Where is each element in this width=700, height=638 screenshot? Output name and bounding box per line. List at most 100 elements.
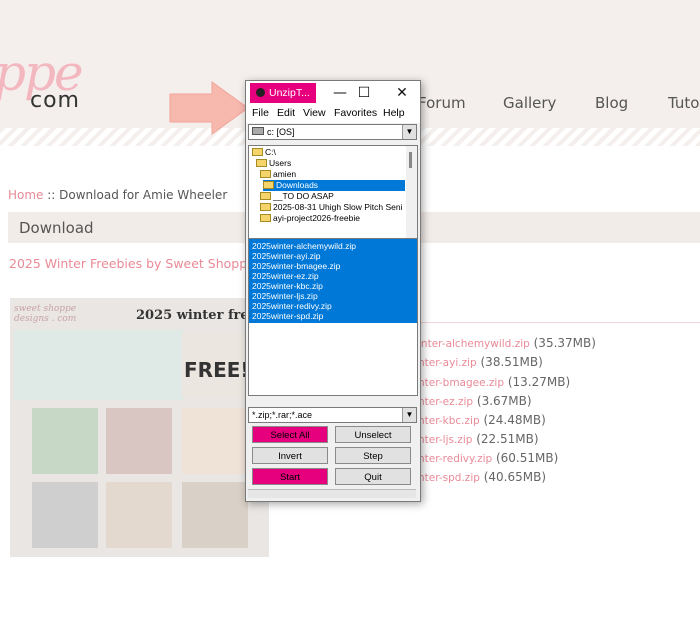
folder-icon xyxy=(252,148,263,156)
folder-icon xyxy=(260,203,271,211)
window-title-block: UnzipT... xyxy=(250,83,316,103)
download-link[interactable]: nter-kbc.zip xyxy=(418,415,480,427)
unselect-button[interactable]: Unselect xyxy=(335,426,411,443)
download-row: nter-redivy.zip (60.51MB) xyxy=(418,451,558,465)
menu-file[interactable]: File xyxy=(252,107,269,119)
promo-tile xyxy=(182,482,248,548)
promo-tile xyxy=(106,408,172,474)
download-row: nter-ljs.zip (22.51MB) xyxy=(418,432,539,446)
tree-item[interactable]: amien xyxy=(260,169,296,180)
breadcrumb-current: Download for Amie Wheeler xyxy=(59,188,228,202)
download-row: nter-bmagee.zip (13.27MB) xyxy=(418,375,570,389)
filter-value: *.zip;*.rar;*.ace xyxy=(252,410,313,420)
download-row: inter-alchemywild.zip (35.37MB) xyxy=(418,336,596,350)
freebies-title[interactable]: 2025 Winter Freebies by Sweet Shoppe xyxy=(9,256,255,271)
menu-edit[interactable]: Edit xyxy=(277,107,295,119)
file-filter-select[interactable]: *.zip;*.rar;*.ace ▼ xyxy=(248,407,417,423)
breadcrumb-home[interactable]: Home xyxy=(8,188,43,202)
tree-item-selected[interactable]: Downloads xyxy=(263,180,405,191)
tree-item[interactable]: C:\ xyxy=(252,147,276,158)
menu-view[interactable]: View xyxy=(303,107,326,119)
folder-icon xyxy=(260,170,271,178)
menu-help[interactable]: Help xyxy=(383,107,405,119)
download-link[interactable]: nter-ez.zip xyxy=(418,396,473,408)
folder-icon xyxy=(260,214,271,222)
download-size: (24.48MB) xyxy=(483,413,546,427)
menu-bar: File Edit View Favorites Help xyxy=(246,105,420,123)
download-row: nter-kbc.zip (24.48MB) xyxy=(418,413,546,427)
tree-item[interactable]: 2025-08-31 Uhigh Slow Pitch Seni xyxy=(260,202,402,213)
breadcrumb: Home :: Download for Amie Wheeler xyxy=(8,188,227,202)
promo-tile xyxy=(32,482,98,548)
download-row: nter-spd.zip (40.65MB) xyxy=(418,470,546,484)
breadcrumb-separator: :: xyxy=(43,188,60,202)
window-titlebar[interactable]: UnzipT... — ☐ ✕ xyxy=(246,81,420,105)
promo-tile xyxy=(106,482,172,548)
pointer-arrow-icon xyxy=(169,81,249,135)
chevron-down-icon[interactable]: ▼ xyxy=(402,408,416,422)
select-all-button[interactable]: Select All xyxy=(252,426,328,443)
download-link[interactable]: inter-alchemywild.zip xyxy=(418,338,530,350)
file-item[interactable]: 2025winter-ljs.zip xyxy=(252,291,318,301)
tree-scrollbar[interactable] xyxy=(406,146,417,238)
start-button[interactable]: Start xyxy=(252,468,328,485)
nav-tutorials[interactable]: Tuto xyxy=(668,94,699,112)
list-divider xyxy=(418,322,700,323)
download-size: (3.67MB) xyxy=(476,394,532,408)
file-item[interactable]: 2025winter-alchemywild.zip xyxy=(252,241,356,251)
promo-image: sweet shoppe designs . com 2025 winter f… xyxy=(10,298,269,557)
quit-button[interactable]: Quit xyxy=(335,468,411,485)
nav-gallery[interactable]: Gallery xyxy=(503,94,556,112)
file-item[interactable]: 2025winter-kbc.zip xyxy=(252,281,323,291)
download-size: (13.27MB) xyxy=(507,375,571,389)
file-list[interactable]: 2025winter-alchemywild.zip 2025winter-ay… xyxy=(248,238,418,396)
close-button[interactable]: ✕ xyxy=(390,83,414,103)
tree-item[interactable]: Users xyxy=(256,158,291,169)
menu-favorites[interactable]: Favorites xyxy=(334,107,377,119)
promo-free-text: FREE! xyxy=(184,358,250,382)
download-row: nter-ez.zip (3.67MB) xyxy=(418,394,532,408)
promo-brand: sweet shoppe designs . com xyxy=(14,304,77,324)
folder-icon xyxy=(256,159,267,167)
chevron-down-icon[interactable]: ▼ xyxy=(402,125,416,139)
promo-tile xyxy=(182,408,248,474)
download-size: (60.51MB) xyxy=(495,451,559,465)
app-icon xyxy=(256,88,265,97)
promo-tile xyxy=(14,330,184,400)
file-item[interactable]: 2025winter-redivy.zip xyxy=(252,301,332,311)
download-link[interactable]: nter-ljs.zip xyxy=(418,434,472,446)
invert-button[interactable]: Invert xyxy=(252,447,328,464)
download-link[interactable]: nter-bmagee.zip xyxy=(418,377,504,389)
folder-icon xyxy=(263,181,274,189)
window-title: UnzipT... xyxy=(269,87,310,99)
file-item[interactable]: 2025winter-ayi.zip xyxy=(252,251,321,261)
drive-icon xyxy=(252,127,264,135)
drive-select[interactable]: c: [OS] ▼ xyxy=(248,124,417,140)
download-size: (38.51MB) xyxy=(480,355,543,369)
tree-item[interactable]: ayi-project2026-freebie xyxy=(260,213,360,224)
download-size: (35.37MB) xyxy=(533,336,596,350)
drive-value: c: [OS] xyxy=(267,127,295,137)
site-logo-domain[interactable]: com xyxy=(30,88,80,113)
nav-forum[interactable]: Forum xyxy=(418,94,466,112)
status-bar xyxy=(248,489,416,498)
folder-tree[interactable]: C:\ Users amien Downloads __TO DO ASAP 2… xyxy=(248,145,418,239)
file-item[interactable]: 2025winter-ez.zip xyxy=(252,271,319,281)
step-button[interactable]: Step xyxy=(335,447,411,464)
file-item[interactable]: 2025winter-bmagee.zip xyxy=(252,261,340,271)
folder-icon xyxy=(260,192,271,200)
minimize-button[interactable]: — xyxy=(328,83,352,103)
download-link[interactable]: nter-ayi.zip xyxy=(418,357,477,369)
download-link[interactable]: nter-spd.zip xyxy=(418,472,480,484)
promo-tile xyxy=(32,408,98,474)
scroll-thumb[interactable] xyxy=(409,152,412,168)
nav-blog[interactable]: Blog xyxy=(595,94,628,112)
maximize-button[interactable]: ☐ xyxy=(352,83,376,103)
unzip-window: UnzipT... — ☐ ✕ File Edit View Favorites… xyxy=(245,80,421,502)
download-row: nter-ayi.zip (38.51MB) xyxy=(418,355,543,369)
file-item[interactable]: 2025winter-spd.zip xyxy=(252,311,323,321)
page-title: Download xyxy=(19,219,94,237)
promo-tile: FREE! xyxy=(182,332,250,398)
tree-item[interactable]: __TO DO ASAP xyxy=(260,191,334,202)
download-link[interactable]: nter-redivy.zip xyxy=(418,453,492,465)
